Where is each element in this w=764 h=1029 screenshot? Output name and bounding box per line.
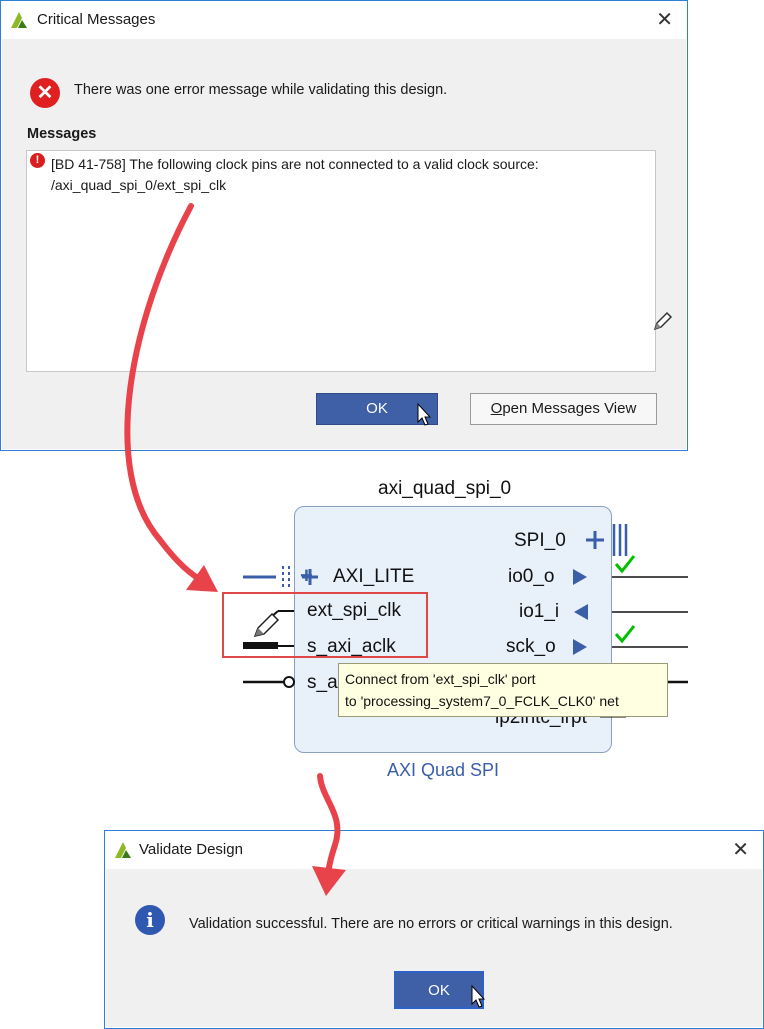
error-icon: ✕ [30, 78, 60, 108]
ip-type-label: AXI Quad SPI [387, 760, 500, 780]
highlight-box [222, 592, 428, 658]
button-label-rest: pen Messages View [502, 400, 637, 417]
info-icon: i [135, 905, 165, 935]
tooltip-line1: Connect from 'ext_spi_clk' port [345, 671, 536, 687]
port-s-axi-aresetn[interactable]: s_a [307, 671, 338, 695]
validate-design-dialog: Validate Design ✕ i Validation successfu… [104, 830, 764, 1029]
message-text-line2[interactable]: /axi_quad_spi_0/ext_spi_clk [51, 177, 226, 193]
ok-button[interactable]: OK [316, 393, 438, 425]
dialog-title: Critical Messages [37, 11, 156, 28]
mnemonic-letter: O [490, 400, 503, 417]
port-io1-i[interactable]: io1_i [519, 600, 559, 624]
close-icon[interactable]: ✕ [656, 8, 673, 32]
dialog-title-bar: Critical Messages ✕ [1, 1, 687, 39]
port-sck-o[interactable]: sck_o [506, 635, 556, 659]
port-spi-0[interactable]: SPI_0 [514, 529, 566, 553]
connection-tooltip: Connect from 'ext_spi_clk' port to 'proc… [338, 663, 668, 717]
port-axi-lite[interactable]: AXI_LITE [333, 565, 414, 589]
message-error-icon: ! [30, 153, 45, 168]
instance-name: axi_quad_spi_0 [378, 478, 512, 499]
expand-plus-icon[interactable]: + [300, 564, 313, 588]
vivado-logo-icon [115, 842, 131, 858]
messages-label: Messages [27, 126, 97, 142]
error-summary: There was one error message while valida… [74, 82, 448, 98]
ok-button[interactable]: OK [394, 971, 484, 1009]
tooltip-line2: to 'processing_system7_0_FCLK_CLK0' net [345, 693, 619, 709]
open-messages-view-button[interactable]: Open Messages View [470, 393, 657, 425]
vivado-logo-icon [11, 12, 27, 28]
pencil-icon [653, 311, 673, 331]
dialog-title: Validate Design [139, 841, 243, 858]
dialog-title-bar: Validate Design ✕ [105, 831, 763, 869]
close-icon[interactable]: ✕ [732, 838, 749, 862]
message-text-line1[interactable]: [BD 41-758] The following clock pins are… [51, 156, 539, 172]
validation-message: Validation successful. There are no erro… [189, 916, 673, 932]
port-io0-o[interactable]: io0_o [508, 565, 555, 589]
